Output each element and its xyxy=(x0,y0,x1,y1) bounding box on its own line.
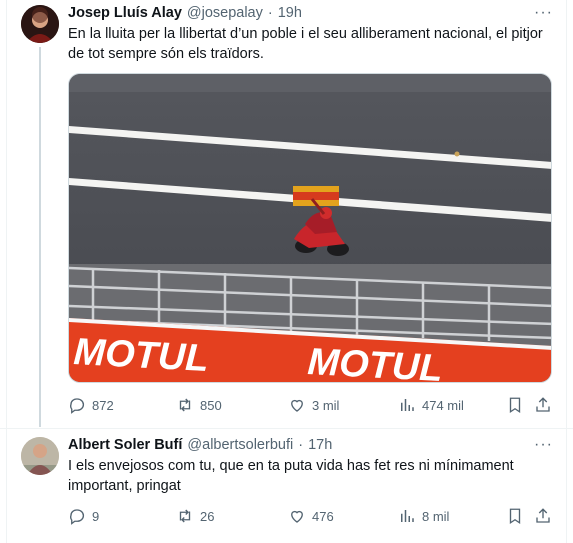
repost-icon xyxy=(179,398,191,412)
bookmark-button[interactable] xyxy=(506,507,530,525)
avatar-image xyxy=(21,437,59,475)
share-button[interactable] xyxy=(534,507,558,525)
author-handle[interactable]: @josepalay xyxy=(187,5,263,21)
like-count: 476 xyxy=(312,508,334,524)
tweet-header: Albert Soler Bufí @albertsolerbufi · 17h xyxy=(68,437,332,453)
race-track-image: MOTUL MOTUL xyxy=(69,74,551,383)
views-count: 474 mil xyxy=(422,397,464,413)
views-icon xyxy=(401,510,414,522)
tweet-text: I els envejosos com tu, que en ta puta v… xyxy=(68,458,514,494)
tweet-reply[interactable]: Albert Soler Bufí @albertsolerbufi · 17h… xyxy=(0,429,573,543)
tweet-header: Josep Lluís Alay @josepalay · 19h xyxy=(68,5,302,21)
avatar[interactable] xyxy=(21,437,59,475)
like-button[interactable]: 476 xyxy=(288,507,334,525)
bookmark-icon xyxy=(509,508,521,525)
repost-count: 850 xyxy=(200,397,222,413)
reply-count: 872 xyxy=(92,397,114,413)
author-name[interactable]: Albert Soler Bufí xyxy=(68,437,182,453)
timestamp[interactable]: 19h xyxy=(278,5,302,21)
like-count: 3 mil xyxy=(312,397,340,413)
views-button[interactable]: 8 mil xyxy=(398,507,449,525)
separator: · xyxy=(267,5,273,21)
action-bar: 9 26 476 8 mil xyxy=(68,507,559,527)
reply-icon xyxy=(70,509,85,525)
avatar-image xyxy=(21,5,59,43)
tweet-main[interactable]: Josep Lluís Alay @josepalay · 19h ··· En… xyxy=(0,0,573,428)
avatar[interactable] xyxy=(21,5,59,43)
reply-count: 9 xyxy=(92,508,100,524)
tweet-media-video[interactable]: MOTUL MOTUL xyxy=(68,73,552,383)
action-bar: 872 850 3 mil 474 mil xyxy=(68,396,559,416)
repost-icon xyxy=(179,509,191,523)
reply-icon xyxy=(70,398,85,414)
repost-button[interactable]: 26 xyxy=(176,507,214,525)
more-options-icon[interactable]: ··· xyxy=(534,436,553,454)
like-button[interactable]: 3 mil xyxy=(288,396,339,414)
share-button[interactable] xyxy=(534,396,558,414)
share-icon xyxy=(536,397,550,412)
thread-line xyxy=(39,47,41,427)
repost-button[interactable]: 850 xyxy=(176,396,222,414)
reply-button[interactable]: 9 xyxy=(68,507,99,525)
author-name[interactable]: Josep Lluís Alay xyxy=(68,5,182,21)
more-options-icon[interactable]: ··· xyxy=(534,4,553,22)
repost-count: 26 xyxy=(200,508,215,524)
banner-text-right: MOTUL xyxy=(307,341,444,383)
views-icon xyxy=(401,399,414,411)
share-icon xyxy=(536,508,550,523)
bookmark-icon xyxy=(509,397,521,414)
reply-button[interactable]: 872 xyxy=(68,396,114,414)
tweet-text: En la lluita per la llibertat d’un poble… xyxy=(68,26,543,62)
author-handle[interactable]: @albertsolerbufi xyxy=(187,437,293,453)
bookmark-button[interactable] xyxy=(506,396,530,414)
banner-text-left: MOTUL xyxy=(73,331,210,380)
separator: · xyxy=(298,437,304,453)
heart-icon xyxy=(291,399,303,412)
heart-icon xyxy=(291,510,303,523)
timestamp[interactable]: 17h xyxy=(308,437,332,453)
views-count: 8 mil xyxy=(422,508,450,524)
views-button[interactable]: 474 mil xyxy=(398,396,464,414)
